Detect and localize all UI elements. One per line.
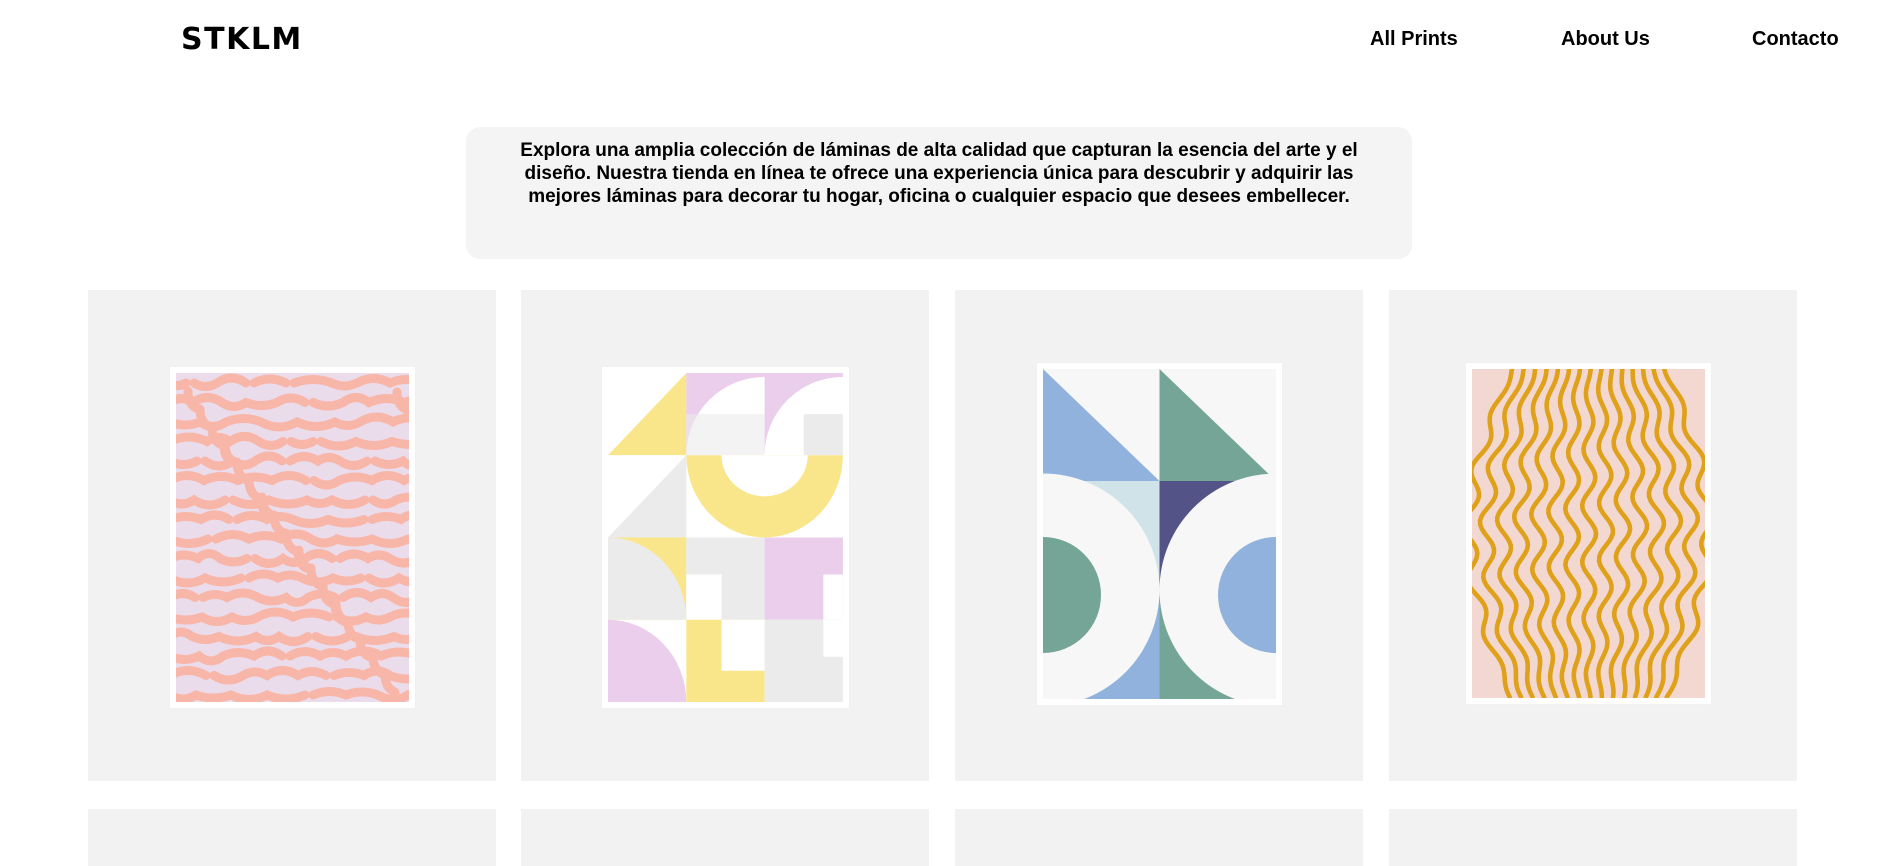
art-shape bbox=[823, 619, 843, 657]
site-logo[interactable]: STKLM bbox=[181, 22, 303, 58]
print-frame bbox=[1466, 363, 1711, 704]
golden-waves-print-image bbox=[1472, 369, 1705, 698]
art-shape bbox=[721, 619, 765, 671]
nav-contacto[interactable]: Contacto bbox=[1752, 27, 1839, 51]
product-card[interactable] bbox=[521, 290, 929, 781]
product-card[interactable] bbox=[88, 290, 496, 781]
intro-text: Explora una amplia colección de láminas … bbox=[520, 140, 1358, 207]
intro-box: Explora una amplia colección de láminas … bbox=[466, 127, 1412, 259]
art-shape bbox=[686, 414, 765, 456]
nav-about-us[interactable]: About Us bbox=[1561, 27, 1650, 51]
product-card[interactable] bbox=[521, 809, 929, 866]
print-frame bbox=[1037, 363, 1282, 705]
art-shape bbox=[686, 574, 722, 620]
product-card[interactable] bbox=[88, 809, 496, 866]
art-shape bbox=[803, 414, 843, 456]
product-card[interactable] bbox=[1389, 809, 1797, 866]
coral-maze-print-image bbox=[176, 373, 409, 702]
product-card[interactable] bbox=[955, 290, 1363, 781]
print-frame bbox=[602, 367, 849, 708]
geometric-blue-green-print-image bbox=[1043, 369, 1276, 699]
bauhaus-pastel-print-image bbox=[608, 373, 843, 702]
product-card[interactable] bbox=[955, 809, 1363, 866]
art-shape bbox=[823, 574, 843, 620]
product-card[interactable] bbox=[1389, 290, 1797, 781]
print-frame bbox=[170, 367, 415, 708]
nav-all-prints[interactable]: All Prints bbox=[1370, 27, 1458, 51]
